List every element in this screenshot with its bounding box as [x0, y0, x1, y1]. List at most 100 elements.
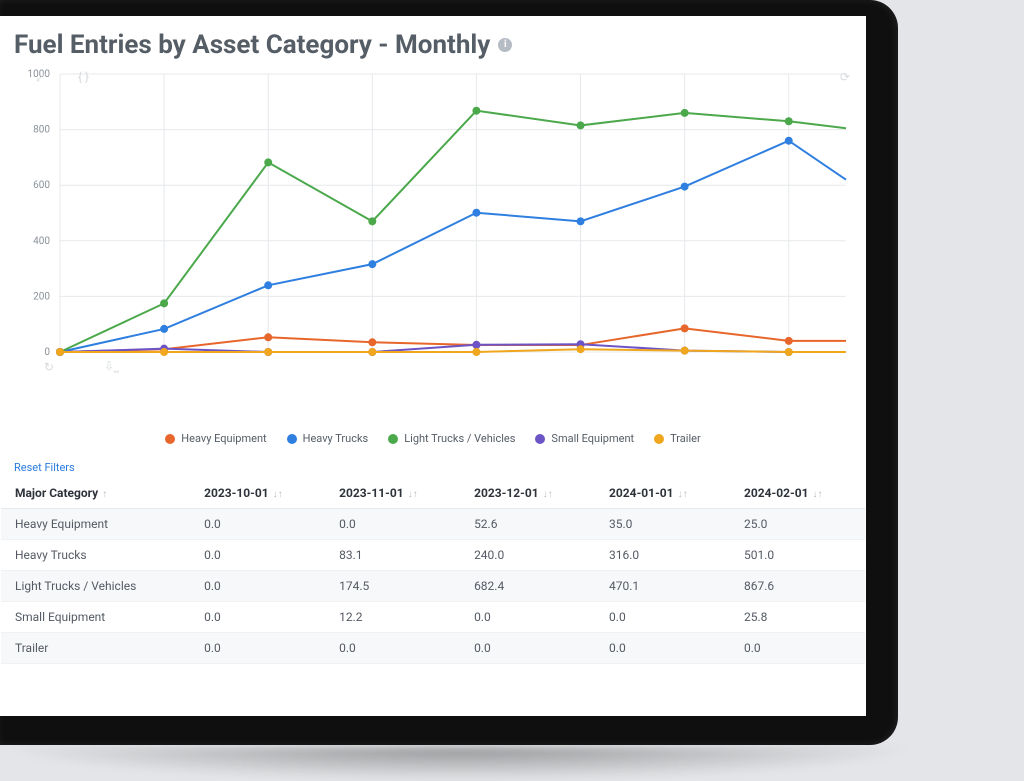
table-header-cell[interactable]: 2023-12-01 ↓↑ [460, 478, 595, 509]
series-line [56, 340, 846, 356]
dashboard-screen: Fuel Entries by Asset Category - Monthly… [0, 16, 866, 716]
data-point[interactable] [785, 348, 793, 356]
data-point[interactable] [368, 217, 376, 225]
value-cell: 0.0 [595, 602, 730, 633]
legend-swatch [535, 434, 545, 444]
data-point[interactable] [577, 345, 585, 353]
reset-filters-link[interactable]: Reset Filters [0, 451, 89, 478]
table-header-cell[interactable]: Major Category ↑ [1, 478, 190, 509]
legend-item[interactable]: Trailer [654, 432, 701, 445]
page-title-text: Fuel Entries by Asset Category - Monthly [14, 30, 490, 60]
value-cell: 35.0 [595, 509, 730, 540]
legend-item[interactable]: Small Equipment [535, 432, 634, 445]
sort-asc-icon: ↑ [102, 489, 107, 500]
download-icon[interactable]: ⇩⎵ [104, 359, 119, 374]
svg-text:200: 200 [33, 291, 50, 302]
column-label: 2023-12-01 [474, 486, 539, 500]
expand-icon[interactable]: ⤢ [36, 70, 46, 85]
value-cell: 52.6 [460, 509, 595, 540]
data-point[interactable] [785, 337, 793, 345]
legend-swatch [388, 434, 398, 444]
table-row: Light Trucks / Vehicles0.0174.5682.4470.… [1, 571, 865, 602]
value-cell: 867.6 [730, 571, 865, 602]
value-cell: 682.4 [460, 571, 595, 602]
data-point[interactable] [785, 117, 793, 125]
data-point[interactable] [472, 348, 480, 356]
legend-label: Small Equipment [551, 432, 634, 445]
data-point[interactable] [681, 183, 689, 191]
table-body: Heavy Equipment0.00.052.635.025.0Heavy T… [1, 509, 865, 664]
y-tick: 600 [33, 180, 50, 191]
svg-text:0: 0 [44, 347, 50, 358]
data-point[interactable] [681, 347, 689, 355]
value-cell: 174.5 [325, 571, 460, 602]
data-point[interactable] [160, 348, 168, 356]
value-cell: 501.0 [730, 540, 865, 571]
svg-text:400: 400 [33, 236, 50, 247]
data-point[interactable] [160, 325, 168, 333]
value-cell: 0.0 [325, 633, 460, 664]
sort-icon: ↓↑ [408, 489, 418, 500]
data-point[interactable] [368, 338, 376, 346]
data-point[interactable] [56, 348, 64, 356]
table-header-cell[interactable]: 2023-10-01↓↑ [190, 478, 325, 509]
y-tick: 400 [33, 236, 50, 247]
value-cell: 0.0 [190, 633, 325, 664]
legend-swatch [165, 434, 175, 444]
legend-swatch [287, 434, 297, 444]
legend-item[interactable]: Heavy Trucks [287, 432, 369, 445]
data-point[interactable] [681, 324, 689, 332]
data-table: Major Category↑2023-10-01↓↑2023-11-01↓↑2… [1, 478, 865, 664]
value-cell: 0.0 [190, 540, 325, 571]
data-point[interactable] [681, 109, 689, 117]
table-row: Heavy Trucks0.083.1240.0316.0501.0 [1, 540, 865, 571]
table-header-row: Major Category↑2023-10-01↓↑2023-11-01↓↑2… [1, 478, 865, 509]
legend-item[interactable]: Light Trucks / Vehicles [388, 432, 515, 445]
data-point[interactable] [785, 137, 793, 145]
data-point[interactable] [577, 121, 585, 129]
column-label: 2024-02-01 [744, 486, 809, 500]
data-point[interactable] [264, 281, 272, 289]
refresh-icon[interactable]: ↻ [44, 360, 54, 374]
category-cell: Small Equipment [1, 602, 190, 633]
category-cell: Light Trucks / Vehicles [1, 571, 190, 602]
value-cell: 0.0 [190, 509, 325, 540]
table-row: Heavy Equipment0.00.052.635.025.0 [1, 509, 865, 540]
table-header-cell[interactable]: 2024-02-01 ↓↑ [730, 478, 865, 509]
sort-icon: ↓↑ [543, 489, 553, 500]
table-header-cell[interactable]: 2024-01-01↓↑ [595, 478, 730, 509]
value-cell: 12.2 [325, 602, 460, 633]
series-line [56, 107, 846, 356]
page-title: Fuel Entries by Asset Category - Monthly… [0, 16, 866, 66]
legend-swatch [654, 434, 664, 444]
table-row: Trailer0.00.00.00.00.0 [1, 633, 865, 664]
data-point[interactable] [368, 260, 376, 268]
data-point[interactable] [264, 158, 272, 166]
data-point[interactable] [368, 348, 376, 356]
y-tick: 200 [33, 291, 50, 302]
info-icon[interactable]: i [498, 38, 512, 52]
value-cell: 0.0 [190, 571, 325, 602]
table-header-cell[interactable]: 2023-11-01↓↑ [325, 478, 460, 509]
value-cell: 0.0 [325, 509, 460, 540]
value-cell: 0.0 [595, 633, 730, 664]
data-point[interactable] [264, 348, 272, 356]
category-cell: Trailer [1, 633, 190, 664]
data-point[interactable] [472, 209, 480, 217]
data-point[interactable] [577, 217, 585, 225]
data-point[interactable] [472, 107, 480, 115]
sort-icon: ↓↑ [813, 489, 823, 500]
sort-icon: ↓↑ [678, 489, 688, 500]
category-cell: Heavy Equipment [1, 509, 190, 540]
column-label: 2023-10-01 [204, 486, 269, 500]
data-point[interactable] [160, 299, 168, 307]
zoom-restore-icon[interactable]: ⟳ [840, 70, 850, 84]
data-point[interactable] [264, 333, 272, 341]
fullscreen-icon[interactable]: { } [78, 70, 89, 84]
data-point[interactable] [472, 341, 480, 349]
column-label: Major Category [15, 486, 98, 500]
legend-item[interactable]: Heavy Equipment [165, 432, 266, 445]
value-cell: 25.8 [730, 602, 865, 633]
y-tick: 800 [33, 125, 50, 136]
y-tick: 0 [44, 347, 50, 358]
